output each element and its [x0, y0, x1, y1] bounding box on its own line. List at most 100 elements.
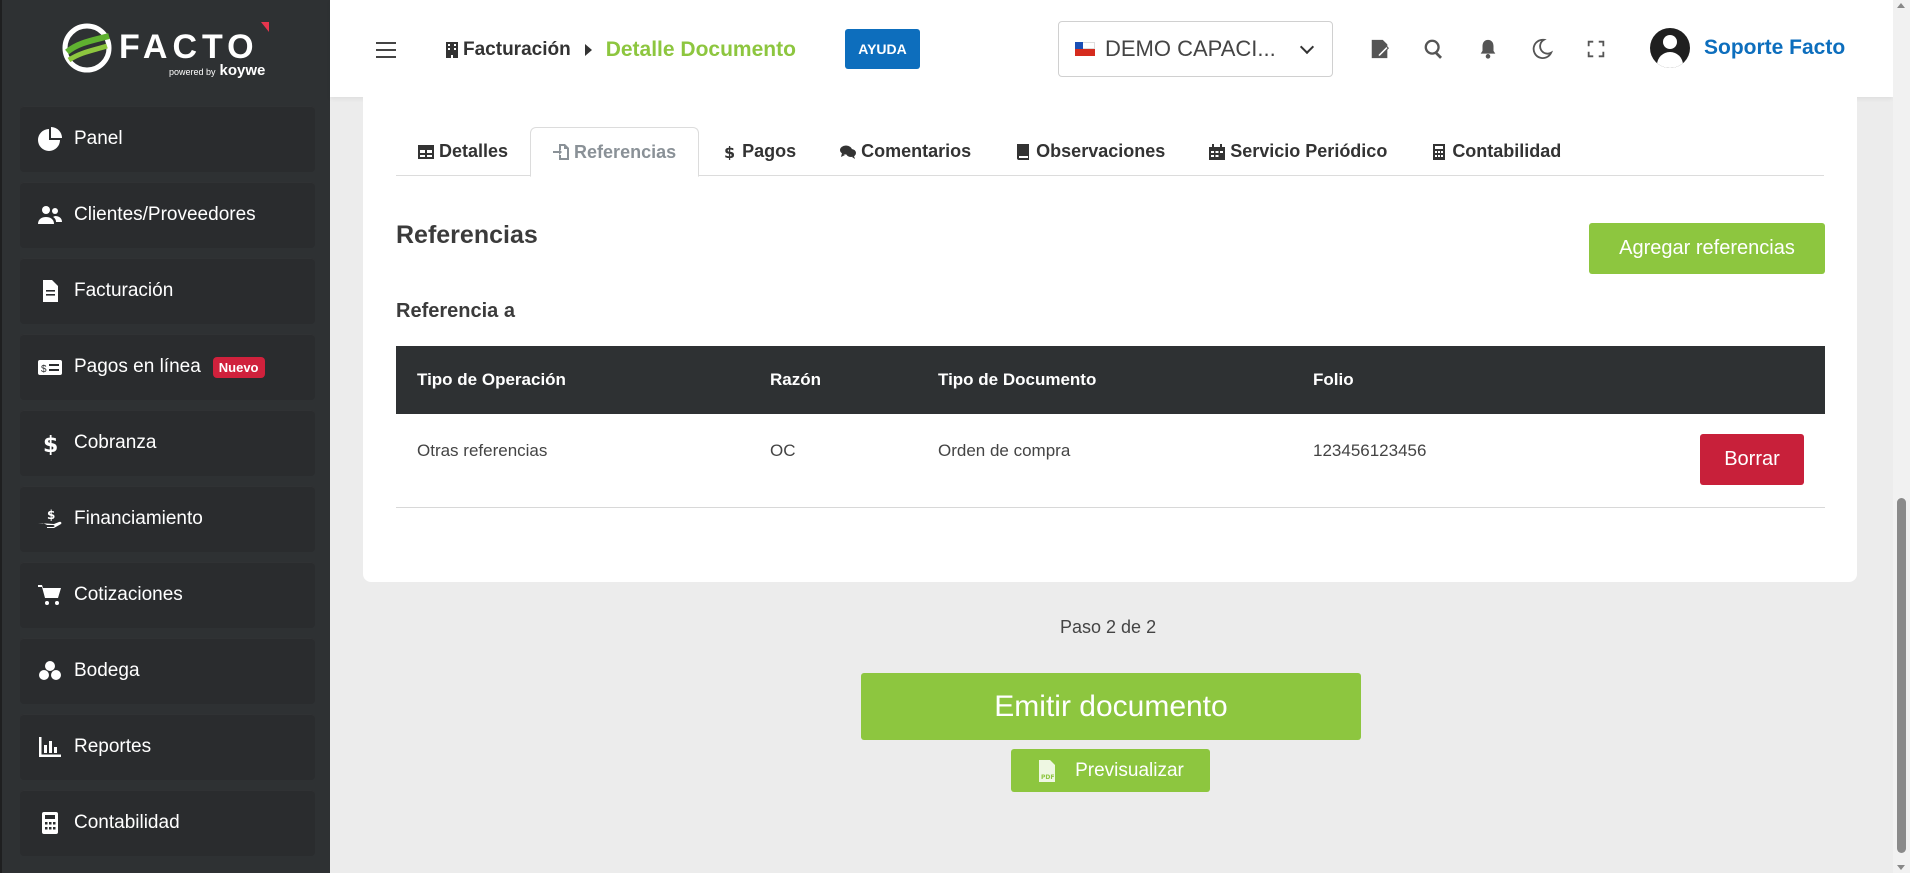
pie-chart-icon: [36, 125, 64, 153]
chevron-down-icon: [1299, 39, 1315, 55]
column-header: Razón: [770, 370, 821, 389]
svg-text:$: $: [41, 364, 47, 375]
sidebar-item-facturacion[interactable]: Facturación: [20, 258, 315, 324]
sidebar-item-financiamiento[interactable]: $ Financiamiento: [20, 486, 315, 552]
book-icon: [1017, 143, 1030, 160]
company-select[interactable]: DEMO CAPACI...: [1058, 21, 1333, 77]
document-card: Detalles Referencias $ Pagos Comentarios…: [363, 97, 1857, 582]
delete-button[interactable]: Borrar: [1700, 434, 1804, 485]
references-table: Tipo de Operación Razón Tipo de Document…: [396, 346, 1825, 508]
sidebar-item-panel[interactable]: Panel: [20, 106, 315, 172]
hand-money-icon: $: [36, 505, 64, 533]
cell-razon: OC: [770, 440, 796, 460]
sidebar-item-cotizaciones[interactable]: Cotizaciones: [20, 562, 315, 628]
tab-contabilidad[interactable]: Contabilidad: [1409, 127, 1583, 176]
tab-label: Comentarios: [861, 141, 972, 161]
tab-pagos[interactable]: $ Pagos: [699, 127, 818, 176]
breadcrumb-root[interactable]: Facturación: [445, 39, 571, 61]
tab-detalles[interactable]: Detalles: [396, 127, 530, 176]
sidebar-item-label: Facturación: [74, 280, 174, 301]
user-menu[interactable]: Soporte Facto: [1650, 28, 1845, 68]
search-icon[interactable]: [1419, 34, 1449, 64]
signature-icon[interactable]: [1365, 34, 1395, 64]
tab-label: Pagos: [742, 141, 797, 161]
tab-comentarios[interactable]: Comentarios: [818, 127, 993, 176]
powered-by-text: powered by: [169, 67, 216, 77]
tab-label: Referencias: [574, 141, 677, 162]
facto-logo-icon: [62, 23, 112, 73]
sidebar-item-label: Financiamiento: [74, 508, 203, 529]
avatar: [1650, 28, 1690, 68]
users-icon: [36, 201, 64, 229]
chile-flag-icon: [1075, 42, 1095, 56]
logo-accent-icon: [261, 22, 269, 32]
page-scrollbar[interactable]: [1893, 0, 1910, 873]
sidebar-item-label: Reportes: [74, 736, 152, 757]
dark-mode-icon[interactable]: [1527, 34, 1557, 64]
sidebar-item-label: Bodega: [74, 660, 140, 681]
file-icon: [36, 277, 64, 305]
pdf-file-icon: PDF: [1039, 759, 1056, 782]
dollar-icon: $: [36, 429, 64, 457]
cell-folio: 123456123456: [1313, 440, 1427, 460]
tab-servicio-periodico[interactable]: Servicio Periódico: [1187, 127, 1409, 176]
sidebar-item-label: Cobranza: [74, 432, 157, 453]
sidebar-item-contabilidad[interactable]: Contabilidad: [20, 790, 315, 856]
calculator-icon: [36, 809, 64, 837]
boxes-icon: [36, 657, 64, 685]
calculator-icon: [1433, 143, 1446, 160]
scroll-down-icon[interactable]: [1897, 865, 1905, 870]
preview-button[interactable]: PDF Previsualizar: [1011, 749, 1210, 792]
sidebar-item-pagos-en-linea[interactable]: $ Pagos en línea Nuevo: [20, 334, 315, 400]
emit-document-button[interactable]: Emitir documento: [861, 673, 1361, 740]
scroll-up-icon[interactable]: [1897, 3, 1905, 8]
tab-label: Servicio Periódico: [1230, 141, 1388, 161]
top-bar: Facturación Detalle Documento AYUDA DEMO…: [330, 0, 1893, 97]
help-button[interactable]: AYUDA: [845, 29, 920, 69]
step-indicator: Paso 2 de 2: [1060, 617, 1157, 637]
sidebar-nav: Panel Clientes/Proveedores Facturación $…: [20, 106, 315, 866]
sidebar-item-cobranza[interactable]: $ Cobranza: [20, 410, 315, 476]
sidebar-item-bodega[interactable]: Bodega: [20, 638, 315, 704]
money-bill-icon: $: [36, 353, 64, 381]
tab-referencias[interactable]: Referencias: [530, 127, 700, 177]
breadcrumb: Facturación Detalle Documento: [445, 38, 796, 62]
sidebar-item-label: Clientes/Proveedores: [74, 204, 256, 225]
sidebar-item-label: Contabilidad: [74, 812, 180, 833]
caret-right-icon: [584, 44, 592, 56]
table-icon: [418, 144, 434, 159]
brand-powered: powered by koywe: [169, 63, 265, 78]
cell-tipo-documento: Orden de compra: [938, 440, 1071, 460]
calendar-icon: [1209, 143, 1226, 160]
sidebar-item-clientes[interactable]: Clientes/Proveedores: [20, 182, 315, 248]
add-references-button[interactable]: Agregar referencias: [1589, 223, 1825, 274]
sidebar-item-label: Pagos en línea: [74, 356, 201, 377]
file-import-icon: [553, 144, 570, 160]
column-header: Folio: [1313, 370, 1354, 389]
sidebar-item-label: Panel: [74, 128, 123, 149]
svg-text:$: $: [43, 433, 58, 455]
company-name: DEMO CAPACI...: [1105, 36, 1276, 61]
section-subtitle: Referencia a: [396, 300, 515, 322]
fullscreen-icon[interactable]: [1581, 34, 1611, 64]
section-title: Referencias: [396, 221, 538, 249]
table-row: Otras referencias OC Orden de compra 123…: [396, 414, 1825, 508]
sidebar-item-reportes[interactable]: Reportes: [20, 714, 315, 780]
tab-label: Detalles: [439, 141, 509, 161]
partner-name: koywe: [219, 62, 266, 79]
scrollbar-thumb[interactable]: [1897, 498, 1906, 853]
top-actions: [1365, 34, 1635, 64]
new-badge: Nuevo: [212, 356, 265, 378]
building-icon: [446, 42, 458, 58]
tab-label: Contabilidad: [1452, 141, 1562, 161]
bell-icon[interactable]: [1473, 34, 1503, 64]
sidebar: FACTO powered by koywe Panel Clientes/Pro…: [0, 0, 330, 873]
brand-logo[interactable]: FACTO powered by koywe: [2, 0, 330, 98]
user-name: Soporte Facto: [1704, 36, 1846, 59]
tab-observaciones[interactable]: Observaciones: [993, 127, 1187, 176]
menu-toggle-icon[interactable]: [376, 42, 396, 58]
svg-text:$: $: [47, 508, 55, 522]
cell-tipo-operacion: Otras referencias: [417, 440, 548, 460]
column-header: Tipo de Operación: [417, 370, 566, 389]
breadcrumb-root-label: Facturación: [463, 39, 571, 60]
